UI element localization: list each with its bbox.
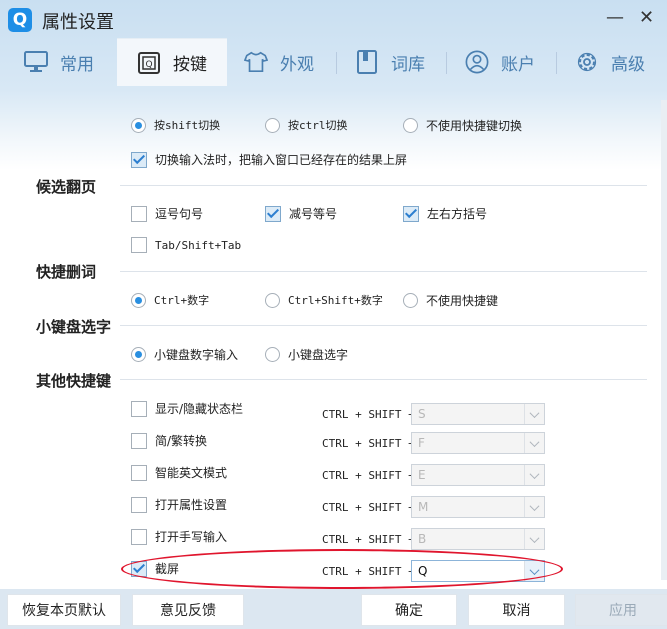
tab-label: 按键 — [173, 55, 207, 75]
svg-text:Q: Q — [145, 60, 152, 70]
tab-lexicon[interactable]: 词库 — [355, 38, 435, 86]
shortcut-prefix: CTRL + SHIFT + — [322, 408, 415, 421]
tab-separator — [556, 52, 557, 74]
user-icon — [465, 50, 489, 74]
minimize-button[interactable]: — — [606, 8, 624, 28]
shortcut-prefix: CTRL + SHIFT + — [322, 501, 415, 514]
gear-icon — [575, 50, 599, 74]
shortcut-prefix: CTRL + SHIFT + — [322, 437, 415, 450]
key-q-icon: Q — [137, 51, 161, 75]
shortcut-key-select[interactable]: F — [411, 432, 545, 454]
shirt-icon — [244, 50, 268, 74]
checkbox-checked[interactable] — [131, 151, 147, 168]
monitor-icon — [24, 50, 48, 74]
radio[interactable] — [403, 118, 418, 133]
commit-on-switch-option[interactable]: 切换输入法时，把输入窗口已经存在的结果上屏 — [131, 151, 407, 168]
chevron-down-icon[interactable] — [524, 465, 544, 485]
book-icon — [355, 50, 379, 74]
paging-option-comma-period[interactable]: 逗号句号 — [131, 205, 203, 222]
shortcut-simplified-traditional[interactable]: 简/繁转换 — [131, 432, 207, 449]
checkbox[interactable] — [131, 237, 147, 253]
chevron-down-icon[interactable] — [524, 497, 544, 517]
close-button[interactable]: ✕ — [639, 8, 654, 28]
tab-separator — [446, 52, 447, 74]
shortcut-prefix: CTRL + SHIFT + — [322, 469, 415, 482]
paging-option-tab[interactable]: Tab/Shift+Tab — [131, 237, 241, 253]
scrollbar[interactable] — [661, 100, 667, 580]
delete-option-ctrl-shift-number[interactable]: Ctrl+Shift+数字 — [265, 292, 383, 308]
divider — [120, 271, 647, 272]
checkbox-checked[interactable] — [403, 205, 419, 222]
switch-option-ctrl[interactable]: 按ctrl切换 — [265, 117, 348, 133]
shortcut-smart-english[interactable]: 智能英文模式 — [131, 464, 227, 481]
checkbox[interactable] — [131, 400, 147, 417]
radio[interactable] — [403, 293, 418, 308]
tab-advanced[interactable]: 高级 — [575, 38, 655, 86]
tab-label: 词库 — [391, 54, 425, 75]
switch-option-none[interactable]: 不使用快捷键切换 — [403, 117, 522, 134]
tab-appearance[interactable]: 外观 — [244, 38, 324, 86]
shortcut-key-select[interactable]: M — [411, 496, 545, 518]
footer-bar: 恢复本页默认 意见反馈 确定 取消 应用 — [0, 589, 667, 629]
tab-keys[interactable]: Q 按键 — [117, 38, 227, 86]
section-title-delete-word: 快捷删词 — [36, 263, 97, 281]
divider — [120, 325, 647, 326]
checkbox[interactable] — [131, 496, 147, 513]
title-bar: Q 属性设置 — ✕ — [0, 0, 667, 38]
section-title-other-shortcuts: 其他快捷键 — [36, 372, 112, 390]
delete-option-ctrl-number[interactable]: Ctrl+数字 — [131, 292, 209, 308]
cancel-button[interactable]: 取消 — [468, 594, 565, 626]
section-title-numpad: 小键盘选字 — [36, 318, 112, 336]
numpad-option-select[interactable]: 小键盘选字 — [265, 346, 348, 363]
delete-option-none[interactable]: 不使用快捷键 — [403, 292, 498, 309]
restore-defaults-button[interactable]: 恢复本页默认 — [7, 594, 121, 626]
chevron-down-icon[interactable] — [524, 529, 544, 549]
shortcut-prefix: CTRL + SHIFT + — [322, 533, 415, 546]
shortcut-toggle-statusbar[interactable]: 显示/隐藏状态栏 — [131, 400, 243, 417]
radio-selected[interactable] — [131, 292, 146, 308]
window-title: 属性设置 — [42, 12, 114, 33]
switch-option-shift[interactable]: 按shift切换 — [131, 117, 220, 133]
tab-bar: 常用 Q 按键 外观 词库 账户 高级 — [0, 38, 667, 86]
shortcut-key-select[interactable]: E — [411, 464, 545, 486]
chevron-down-icon[interactable] — [524, 404, 544, 424]
apply-button[interactable]: 应用 — [575, 594, 667, 626]
shortcut-key-select[interactable]: B — [411, 528, 545, 550]
chevron-down-icon[interactable] — [524, 433, 544, 453]
checkbox[interactable] — [131, 528, 147, 545]
checkbox[interactable] — [131, 432, 147, 449]
tab-label: 高级 — [611, 54, 645, 75]
radio[interactable] — [265, 117, 280, 133]
radio-selected[interactable] — [131, 347, 146, 362]
checkbox-checked[interactable] — [265, 205, 281, 222]
shortcut-handwriting[interactable]: 打开手写输入 — [131, 528, 227, 545]
tab-label: 账户 — [501, 54, 535, 75]
radio[interactable] — [265, 347, 280, 362]
tab-label: 常用 — [60, 54, 94, 75]
highlight-annotation — [121, 549, 563, 589]
app-logo: Q — [8, 8, 32, 32]
radio[interactable] — [265, 292, 280, 308]
shortcut-open-settings[interactable]: 打开属性设置 — [131, 496, 227, 513]
radio-selected[interactable] — [131, 117, 146, 133]
checkbox[interactable] — [131, 205, 147, 222]
shortcut-key-select[interactable]: S — [411, 403, 545, 425]
tab-account[interactable]: 账户 — [465, 38, 545, 86]
divider — [120, 379, 647, 380]
numpad-option-number-input[interactable]: 小键盘数字输入 — [131, 346, 238, 363]
tab-label: 外观 — [280, 54, 314, 75]
paging-option-minus-equal[interactable]: 减号等号 — [265, 205, 337, 222]
paging-option-brackets[interactable]: 左右方括号 — [403, 205, 487, 222]
section-title-paging: 候选翻页 — [36, 178, 97, 196]
checkbox[interactable] — [131, 464, 147, 481]
ok-button[interactable]: 确定 — [361, 594, 457, 626]
feedback-button[interactable]: 意见反馈 — [132, 594, 244, 626]
tab-separator — [336, 52, 337, 74]
tab-common[interactable]: 常用 — [24, 38, 116, 86]
divider — [120, 185, 647, 186]
